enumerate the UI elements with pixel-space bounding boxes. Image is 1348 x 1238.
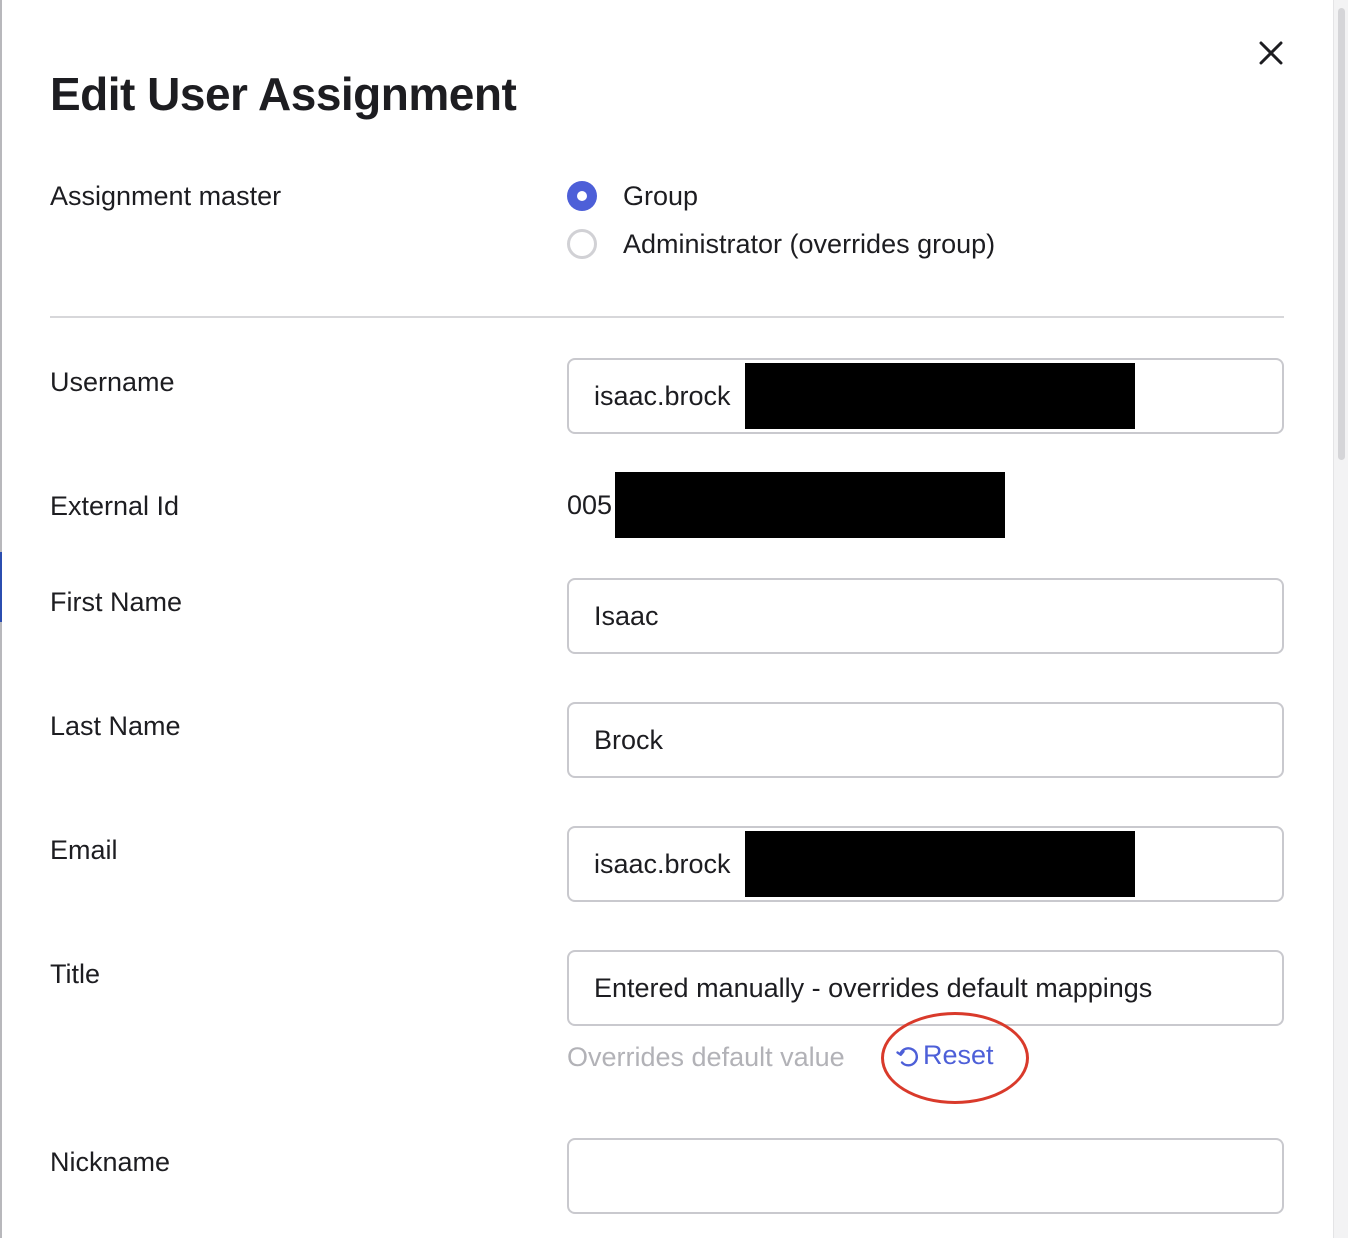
- modal-title: Edit User Assignment: [50, 68, 517, 120]
- scrollbar-thumb[interactable]: [1338, 8, 1345, 460]
- title-label: Title: [50, 959, 101, 989]
- assignment-master-label: Assignment master: [50, 181, 282, 211]
- radio-option-group[interactable]: Group: [567, 178, 698, 214]
- external-id-value: 005: [567, 490, 613, 520]
- redaction-box: [745, 831, 1135, 897]
- radio-label-group: Group: [623, 180, 699, 211]
- reset-button[interactable]: Reset: [895, 1040, 994, 1071]
- username-label: Username: [50, 367, 175, 397]
- email-value: isaac.brock: [594, 848, 731, 879]
- last-name-field[interactable]: Brock: [567, 702, 1284, 778]
- first-name-value: Isaac: [594, 600, 659, 631]
- nickname-field[interactable]: [567, 1138, 1284, 1214]
- first-name-field[interactable]: Isaac: [567, 578, 1284, 654]
- radio-option-administrator[interactable]: Administrator (overrides group): [567, 226, 995, 262]
- reset-icon: [896, 1046, 919, 1067]
- nickname-input[interactable]: [594, 1160, 1282, 1192]
- title-value: Entered manually - overrides default map…: [594, 972, 1153, 1003]
- close-icon: [1259, 41, 1283, 65]
- redaction-box: [745, 363, 1135, 429]
- edit-user-assignment-modal: Edit User Assignment Assignment master G…: [2, 0, 1333, 1238]
- redaction-box: [615, 472, 1005, 538]
- overrides-hint: Overrides default value: [567, 1042, 845, 1072]
- close-button[interactable]: [1254, 36, 1288, 70]
- username-value: isaac.brock: [594, 380, 731, 411]
- first-name-label: First Name: [50, 587, 183, 617]
- nickname-label: Nickname: [50, 1147, 171, 1177]
- email-label: Email: [50, 835, 118, 865]
- last-name-label: Last Name: [50, 711, 181, 741]
- radio-button-selected[interactable]: [567, 181, 597, 211]
- radio-button-unselected[interactable]: [567, 229, 597, 259]
- external-id-label: External Id: [50, 491, 180, 521]
- radio-label-administrator: Administrator (overrides group): [623, 228, 996, 259]
- section-divider: [50, 316, 1284, 318]
- last-name-value: Brock: [594, 724, 664, 755]
- reset-label: Reset: [923, 1040, 994, 1070]
- title-field[interactable]: Entered manually - overrides default map…: [567, 950, 1284, 1026]
